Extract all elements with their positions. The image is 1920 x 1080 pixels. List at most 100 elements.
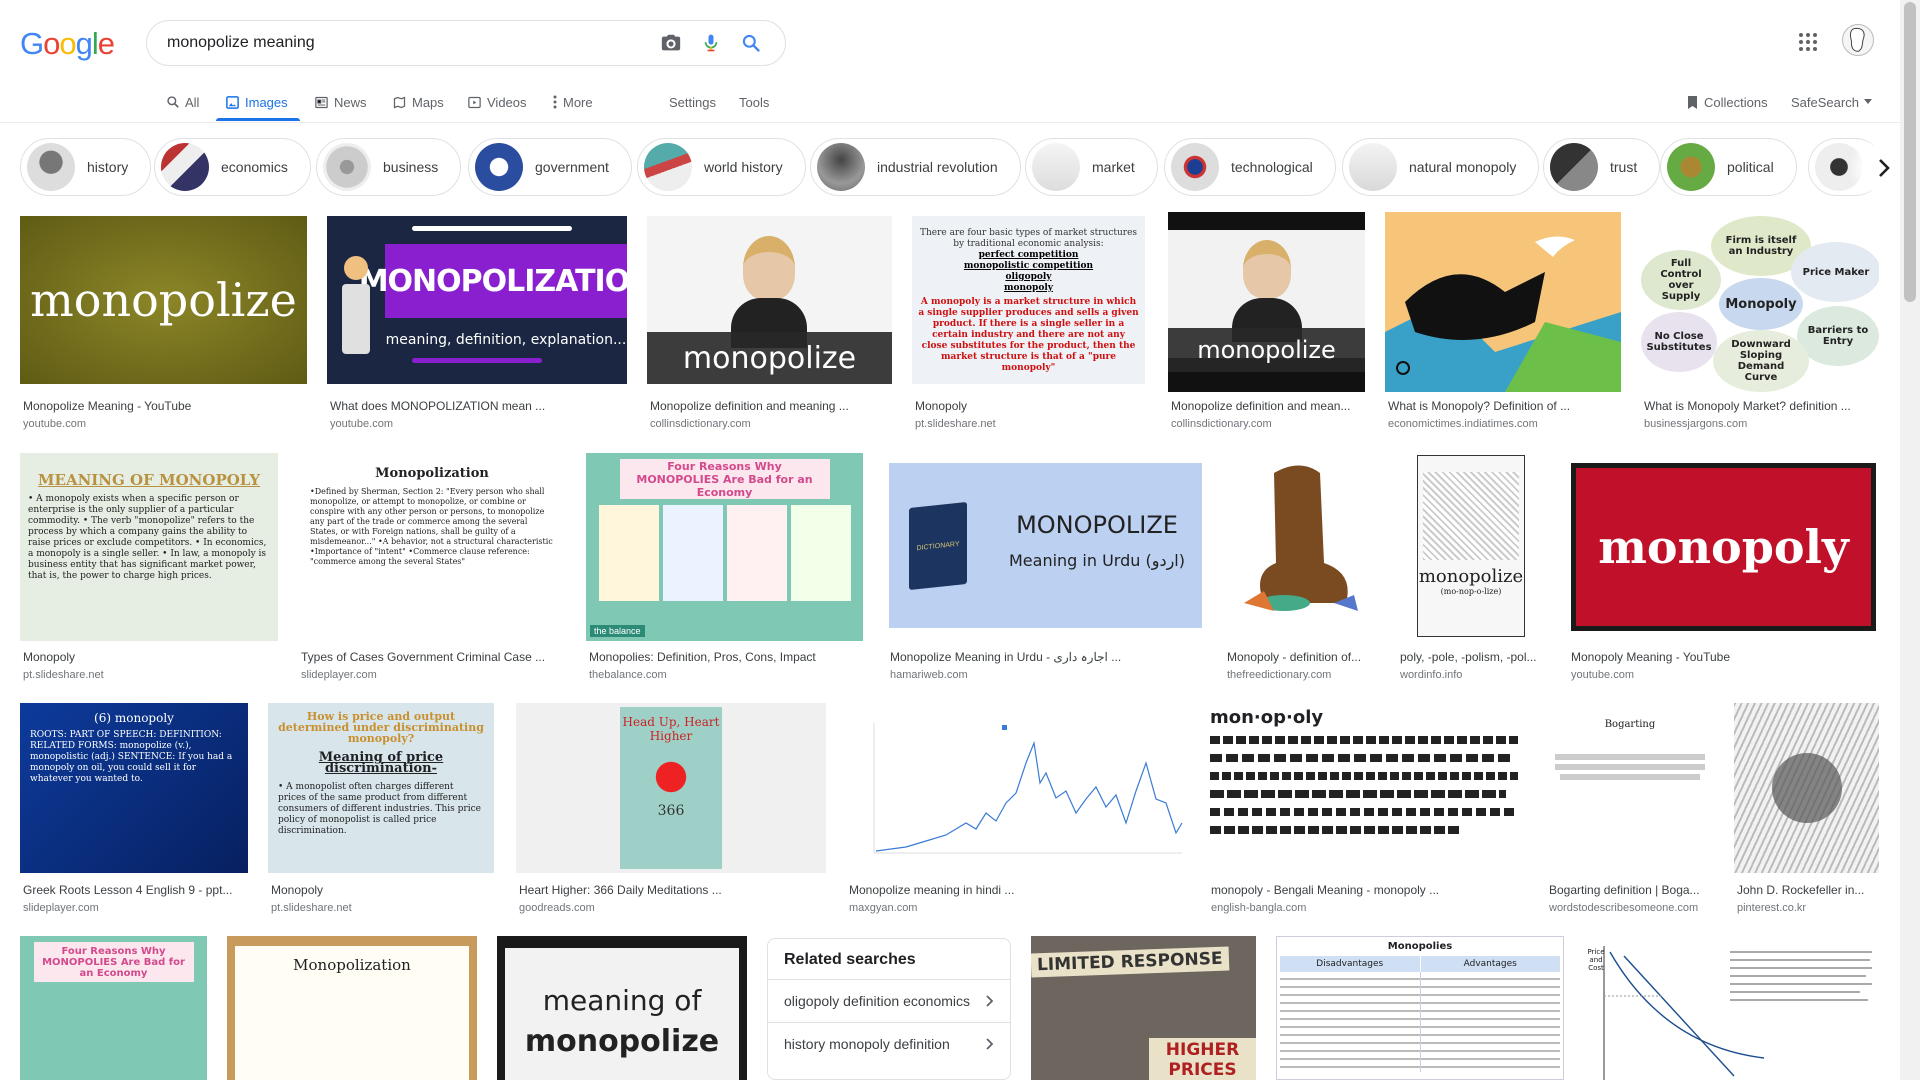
result-thumbnail: MEANING OF MONOPOLY • A monopoly exists … [20, 453, 278, 641]
result-title[interactable]: poly, -pole, -polism, -pol... [1400, 650, 1548, 664]
result-title[interactable]: Monopoly Meaning - YouTube [1571, 650, 1879, 664]
image-result[interactable]: There are four basic types of market str… [912, 216, 1145, 436]
chip-history[interactable]: history [20, 138, 152, 196]
result-title[interactable]: What is Monopoly Market? definition ... [1644, 399, 1879, 413]
chip-political[interactable]: political [1660, 138, 1797, 196]
book-cover: Head Up, Heart Higher 366 [620, 707, 722, 869]
active-tab-indicator [216, 118, 300, 121]
tab-news[interactable]: News [314, 90, 367, 114]
image-result[interactable]: MONOPOLIZATION meaning, definition, expl… [327, 216, 627, 436]
image-result[interactable]: Monopolization •Defined by Sherman, Sect… [298, 453, 566, 685]
result-title[interactable]: Monopolize definition and meaning ... [650, 399, 892, 413]
image-result[interactable]: What is Monopoly? Definition of ... econ… [1385, 212, 1621, 436]
image-result[interactable]: Four Reasons Why MONOPOLIES Are Bad for … [586, 453, 863, 685]
image-result[interactable]: Monopolies Disadvantages Advantages [1276, 936, 1564, 1080]
image-result[interactable]: meaning of monopolize [497, 936, 747, 1080]
result-title[interactable]: Monopolies: Definition, Pros, Cons, Impa… [589, 650, 863, 664]
chip-natural-monopoly[interactable]: natural monopoly [1342, 138, 1540, 196]
related-search-item[interactable]: oligopoly definition economics [768, 979, 1010, 1022]
microphone-icon[interactable] [697, 29, 725, 57]
image-result[interactable]: MEANING OF MONOPOLY • A monopoly exists … [20, 453, 278, 685]
tab-all[interactable]: All [166, 90, 199, 114]
result-title[interactable]: John D. Rockefeller in... [1737, 883, 1879, 897]
tab-videos[interactable]: Videos [467, 90, 527, 114]
result-title[interactable]: Monopolize Meaning - YouTube [23, 399, 307, 413]
chip-business[interactable]: business [316, 138, 462, 196]
google-logo[interactable]: Google [20, 26, 115, 61]
result-title[interactable]: Monopoly [271, 883, 494, 897]
search-input[interactable] [167, 34, 645, 52]
result-title[interactable]: What does MONOPOLIZATION mean ... [330, 399, 627, 413]
result-title[interactable]: Monopolize meaning in hindi ... [849, 883, 1188, 897]
collections-link[interactable]: Collections [1686, 90, 1768, 114]
image-result[interactable]: monopolize Monopolize definition and mea… [647, 216, 892, 436]
search-icon[interactable] [737, 29, 765, 57]
result-thumbnail: monopoly [1568, 453, 1879, 641]
thumbnail-line: perfect competition [978, 250, 1079, 260]
result-title[interactable]: Monopolize definition and mean... [1171, 399, 1365, 413]
result-thumbnail: Four Reasons Why MONOPOLIES Are Bad for … [20, 936, 207, 1080]
result-title[interactable]: Monopoly [23, 650, 278, 664]
result-thumbnail: Firm is itself an Industry Price Maker F… [1641, 212, 1879, 392]
scrollbar-thumb[interactable] [1904, 2, 1916, 302]
chip-industrial-revolution[interactable]: industrial revolution [810, 138, 1021, 196]
result-domain: collinsdictionary.com [650, 418, 751, 430]
chip-economics[interactable]: economics [154, 138, 311, 196]
chip-label: trust [1610, 159, 1638, 175]
result-thumbnail: Head Up, Heart Higher 366 [516, 703, 826, 873]
chip-world-history[interactable]: world history [637, 138, 806, 196]
image-result[interactable]: (6) monopoly ROOTS: PART OF SPEECH: DEFI… [20, 703, 248, 918]
search-tabs: All Images News Maps Videos More Setting… [0, 86, 1900, 122]
chip-technological[interactable]: technological [1164, 138, 1336, 196]
result-domain: english-bangla.com [1211, 902, 1307, 914]
image-result[interactable]: John D. Rockefeller in... pinterest.co.k… [1734, 703, 1879, 918]
chip-government[interactable]: government [468, 138, 632, 196]
image-result[interactable]: LIMITED RESPONSE HIGHER PRICES [1031, 936, 1256, 1080]
tab-images-label: Images [245, 94, 288, 110]
image-result[interactable]: Bogarting Bogarting definition | Boga...… [1546, 703, 1714, 918]
chevron-right-icon [986, 1038, 994, 1050]
image-result[interactable]: Monopolization [227, 936, 477, 1080]
chip-trust[interactable]: trust [1543, 138, 1661, 196]
tab-more[interactable]: More [552, 90, 593, 114]
thumbnail-body: • A monopolist often charges different p… [278, 782, 481, 836]
result-title[interactable]: monopoly - Bengali Meaning - monopoly ..… [1211, 883, 1526, 897]
result-title[interactable]: Monopolize Meaning in Urdu - اجارہ داری … [890, 650, 1203, 664]
image-result[interactable]: DICTIONARY MONOPOLIZE Meaning in Urdu (ا… [887, 453, 1203, 685]
result-title[interactable]: Types of Cases Government Criminal Case … [301, 650, 566, 664]
result-title[interactable]: Monopoly - definition of... [1227, 650, 1377, 664]
result-title[interactable]: Greek Roots Lesson 4 English 9 - ppt... [23, 883, 248, 897]
image-result[interactable]: monopolize Monopolize definition and mea… [1168, 212, 1365, 436]
chip-market[interactable]: market [1025, 138, 1158, 196]
image-result[interactable]: monopolize Monopolize Meaning - YouTube … [20, 216, 307, 436]
image-result[interactable]: mon·op·oly monopoly - Bengali Meaning - … [1208, 703, 1526, 918]
tools-link[interactable]: Tools [739, 90, 769, 114]
image-result[interactable]: monopoly Monopoly Meaning - YouTube yout… [1568, 453, 1879, 685]
page-scrollbar[interactable] [1900, 0, 1920, 1080]
result-title[interactable]: Heart Higher: 366 Daily Meditations ... [519, 883, 826, 897]
result-title[interactable]: What is Monopoly? Definition of ... [1388, 399, 1621, 413]
image-result[interactable]: Head Up, Heart Higher 366 Heart Higher: … [516, 703, 826, 918]
tab-images[interactable]: Images [225, 90, 288, 114]
chip-thumbnail [1815, 143, 1863, 191]
image-result[interactable]: Firm is itself an Industry Price Maker F… [1641, 212, 1879, 436]
result-title[interactable]: Bogarting definition | Boga... [1549, 883, 1714, 897]
settings-link[interactable]: Settings [669, 90, 716, 114]
tab-maps[interactable]: Maps [392, 90, 444, 114]
image-result[interactable]: Monopolize meaning in hindi ... maxgyan.… [846, 703, 1188, 918]
apps-grid-icon[interactable] [1796, 30, 1820, 54]
safesearch-dropdown[interactable]: SafeSearch [1791, 90, 1872, 114]
related-search-item[interactable]: history monopoly definition [768, 1022, 1010, 1065]
image-result[interactable]: Four Reasons Why MONOPOLIES Are Bad for … [20, 936, 207, 1080]
news-icon [315, 96, 328, 108]
chip-thumbnail [644, 143, 692, 191]
account-avatar[interactable] [1842, 24, 1874, 56]
image-result[interactable]: How is price and output determined under… [268, 703, 494, 918]
result-title[interactable]: Monopoly [915, 399, 1145, 413]
image-result[interactable]: Monopoly - definition of... thefreedicti… [1224, 453, 1377, 685]
image-result[interactable]: Price and Cost [1584, 936, 1879, 1080]
result-domain: wordinfo.info [1400, 669, 1463, 681]
image-result[interactable]: monopolize (mo-nop-o-lize) poly, -pole, … [1397, 453, 1548, 685]
camera-icon[interactable] [657, 29, 685, 57]
column-header: Disadvantages [1280, 956, 1420, 972]
